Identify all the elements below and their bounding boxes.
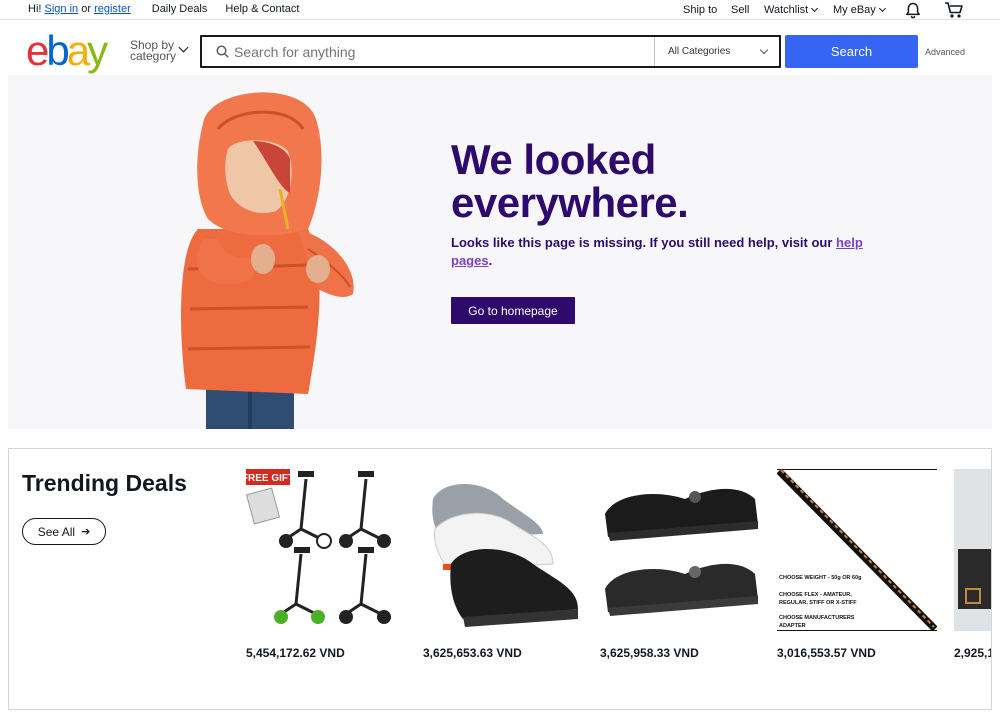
sign-in-link[interactable]: Sign in — [45, 3, 79, 15]
message-text: Looks like this page is missing. If you … — [451, 235, 837, 250]
top-utility-bar: Hi! Sign in or register Daily Deals Help… — [0, 0, 1000, 20]
greeting-area: Hi! Sign in or register Daily Deals Help… — [28, 3, 299, 15]
advanced-search-link[interactable]: Advanced — [925, 47, 965, 57]
deal-price: 2,925,14 — [954, 646, 991, 660]
shop-by-line2: category — [130, 49, 177, 63]
greeting-text: Hi! — [28, 3, 42, 15]
cart-icon[interactable] — [944, 1, 964, 19]
category-select-value: All Categories — [668, 46, 731, 57]
svg-text:CHOOSE FLEX - AMATEUR,: CHOOSE FLEX - AMATEUR, — [779, 592, 852, 598]
search-input[interactable] — [234, 43, 644, 61]
page-title: We looked everywhere. — [451, 136, 689, 226]
missing-page-message: Looks like this page is missing. If you … — [451, 234, 871, 270]
hard-drive-product-image — [954, 469, 991, 631]
see-all-button[interactable]: See All ➔ — [22, 518, 106, 545]
chevron-down-icon — [759, 45, 769, 55]
register-link[interactable]: register — [94, 3, 131, 15]
help-contact-link[interactable]: Help & Contact — [225, 3, 299, 15]
title-line-1: We looked — [451, 136, 656, 183]
deal-card[interactable] — [423, 469, 583, 639]
svg-text:ADAPTER: ADAPTER — [779, 623, 806, 629]
chevron-down-icon — [878, 4, 886, 13]
my-ebay-label: My eBay — [833, 4, 876, 16]
see-all-label: See All — [37, 524, 76, 539]
title-line-2: everywhere. — [451, 179, 689, 226]
chevron-down-icon[interactable] — [178, 42, 189, 53]
deal-card[interactable] — [954, 469, 991, 639]
bell-icon[interactable] — [905, 2, 921, 19]
section-title: Trending Deals — [22, 470, 187, 496]
arrow-right-icon: ➔ — [81, 526, 91, 538]
deal-card[interactable]: CHOOSE WEIGHT - 50g OR 60g CHOOSE FLEX -… — [777, 469, 937, 639]
child-in-orange-jacket-image — [181, 92, 354, 429]
deal-price: 3,625,653.63 VND — [423, 646, 522, 660]
deal-card[interactable] — [600, 469, 760, 639]
watchlist-menu[interactable]: Watchlist — [764, 4, 819, 16]
or-text: or — [81, 3, 91, 15]
my-ebay-menu[interactable]: My eBay — [833, 4, 886, 16]
watchlist-label: Watchlist — [764, 4, 809, 16]
golf-cart-product-image: FREE GIFT — [246, 469, 406, 631]
golf-shaft-product-image: CHOOSE WEIGHT - 50g OR 60g CHOOSE FLEX -… — [777, 469, 937, 631]
black-golf-shoes-product-image — [600, 469, 760, 631]
deal-price: 3,016,553.57 VND — [777, 646, 876, 660]
not-found-hero: We looked everywhere. Looks like this pa… — [8, 75, 992, 429]
svg-text:CHOOSE WEIGHT - 50g OR 60g: CHOOSE WEIGHT - 50g OR 60g — [779, 575, 862, 581]
daily-deals-link[interactable]: Daily Deals — [152, 3, 208, 15]
search-icon — [216, 45, 229, 58]
svg-text:CHOOSE MANUFACTURERS: CHOOSE MANUFACTURERS — [779, 615, 855, 621]
sell-link[interactable]: Sell — [731, 4, 749, 16]
ebay-logo[interactable]: ebay — [26, 30, 108, 72]
deal-card[interactable]: FREE GIFT — [246, 469, 406, 639]
golf-shoes-product-image — [423, 469, 583, 631]
search-bar: All Categories — [200, 35, 781, 68]
svg-text:REGULAR, STIFF OR X-STIFF: REGULAR, STIFF OR X-STIFF — [779, 600, 857, 606]
deal-price: 3,625,958.33 VND — [600, 646, 699, 660]
chevron-down-icon — [811, 4, 819, 13]
shop-by-category-button[interactable]: Shop by category — [130, 39, 177, 63]
deal-price: 5,454,172.62 VND — [246, 646, 345, 660]
go-to-homepage-button[interactable]: Go to homepage — [451, 297, 575, 324]
category-select[interactable]: All Categories — [654, 37, 781, 66]
trending-deals-section: Trending Deals See All ➔ FREE GIFT 5,454… — [8, 448, 992, 710]
free-gift-badge: FREE GIFT — [246, 473, 294, 484]
message-end: . — [488, 253, 493, 268]
search-button[interactable]: Search — [785, 35, 918, 68]
ship-to-link[interactable]: Ship to — [683, 4, 717, 16]
